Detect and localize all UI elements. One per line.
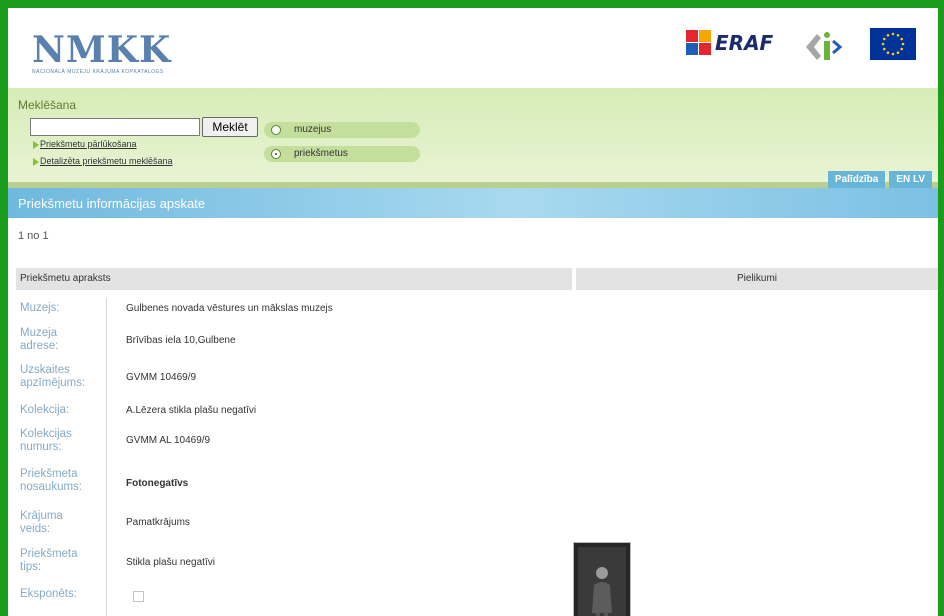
browse-items-link[interactable]: Priekšmetu pārlūkošana	[40, 139, 137, 149]
radio-museums-label: muzejus	[294, 124, 332, 135]
radio-museums[interactable]: muzejus	[264, 122, 420, 138]
search-input[interactable]	[30, 118, 200, 136]
field-value-museum-address: Brīvības iela 10,Gulbene	[126, 335, 236, 346]
eraf-squares-icon	[686, 30, 712, 56]
column-header-description: Priekšmetu apraksts	[16, 268, 572, 290]
header: NMKK NACIONĀLĀ MUZEJU KRĀJUMA KOPKATALOG…	[8, 8, 938, 88]
search-button[interactable]: Meklēt	[202, 117, 258, 137]
radio-items[interactable]: priekšmetus	[264, 146, 420, 162]
attachment-thumbnail[interactable]	[573, 542, 631, 616]
column-divider	[106, 298, 107, 616]
radio-checked-icon	[271, 149, 281, 159]
logo-text: NMKK	[32, 29, 172, 71]
radio-unchecked-icon	[271, 125, 281, 135]
tab-help[interactable]: Palīdzība	[827, 171, 886, 188]
field-label-museum: Muzejs:	[20, 302, 60, 314]
table-header: Priekšmetu apraksts Pielikumi	[16, 268, 938, 290]
field-label-object-name: Priekšmeta nosaukums:	[20, 468, 83, 493]
field-value-collection: A.Lēzera stikla plašu negatīvi	[126, 405, 257, 416]
search-label: Meklēšana	[18, 98, 77, 112]
search-panel: Meklēšana Meklēt Priekšmetu pārlūkošana …	[8, 88, 938, 188]
title-bar: Priekšmetu informācijas apskate	[8, 188, 938, 218]
field-value-museum: Gulbenes novada vēstures un mākslas muze…	[126, 303, 333, 314]
pagination-count: 1 no 1	[18, 230, 49, 242]
field-value-object-type: Stikla plašu negatīvi	[126, 557, 215, 568]
field-label-holding-type: Krājuma veids:	[20, 510, 63, 535]
eu-flag-icon	[870, 28, 916, 60]
page-title: Priekšmetu informācijas apskate	[18, 196, 206, 211]
field-label-exhibited: Eksponēts:	[20, 588, 77, 600]
field-value-holding-type: Pamatkrājums	[126, 517, 190, 528]
column-header-attachments: Pielikumi	[576, 268, 938, 290]
logo-subtitle: NACIONĀLĀ MUZEJU KRĀJUMA KOPKATALOGS	[32, 69, 164, 75]
cis-logo-icon	[806, 32, 843, 60]
field-value-collection-number: GVMM AL 10469/9	[126, 435, 211, 446]
tab-language[interactable]: EN LV	[889, 171, 932, 188]
top-tabs: Palīdzība EN LV	[824, 171, 932, 188]
eraf-label: ERAF	[715, 31, 774, 55]
field-value-object-name: Fotonegatīvs	[126, 478, 189, 489]
field-label-collection-number: Kolekcijas numurs:	[20, 428, 72, 453]
detailed-search-link[interactable]: Detalizēta priekšmetu meklēšana	[40, 156, 173, 166]
arrow-right-icon	[33, 141, 39, 149]
nmkk-logo[interactable]: NMKK NACIONĀLĀ MUZEJU KRĀJUMA KOPKATALOG…	[32, 32, 171, 75]
page-frame: NMKK NACIONĀLĀ MUZEJU KRĀJUMA KOPKATALOG…	[8, 8, 938, 616]
field-label-object-type: Priekšmeta tips:	[20, 548, 78, 573]
eraf-logo: ERAF	[686, 30, 773, 56]
field-label-collection: Kolekcija:	[20, 404, 70, 416]
arrow-right-icon	[33, 158, 39, 166]
exhibited-checkbox[interactable]	[133, 591, 144, 602]
radio-items-label: priekšmetus	[294, 148, 348, 159]
field-value-registration: GVMM 10469/9	[126, 372, 197, 383]
field-label-museum-address: Muzeja adrese:	[20, 327, 59, 352]
field-label-registration: Uzskaites apzīmējums:	[20, 364, 86, 389]
